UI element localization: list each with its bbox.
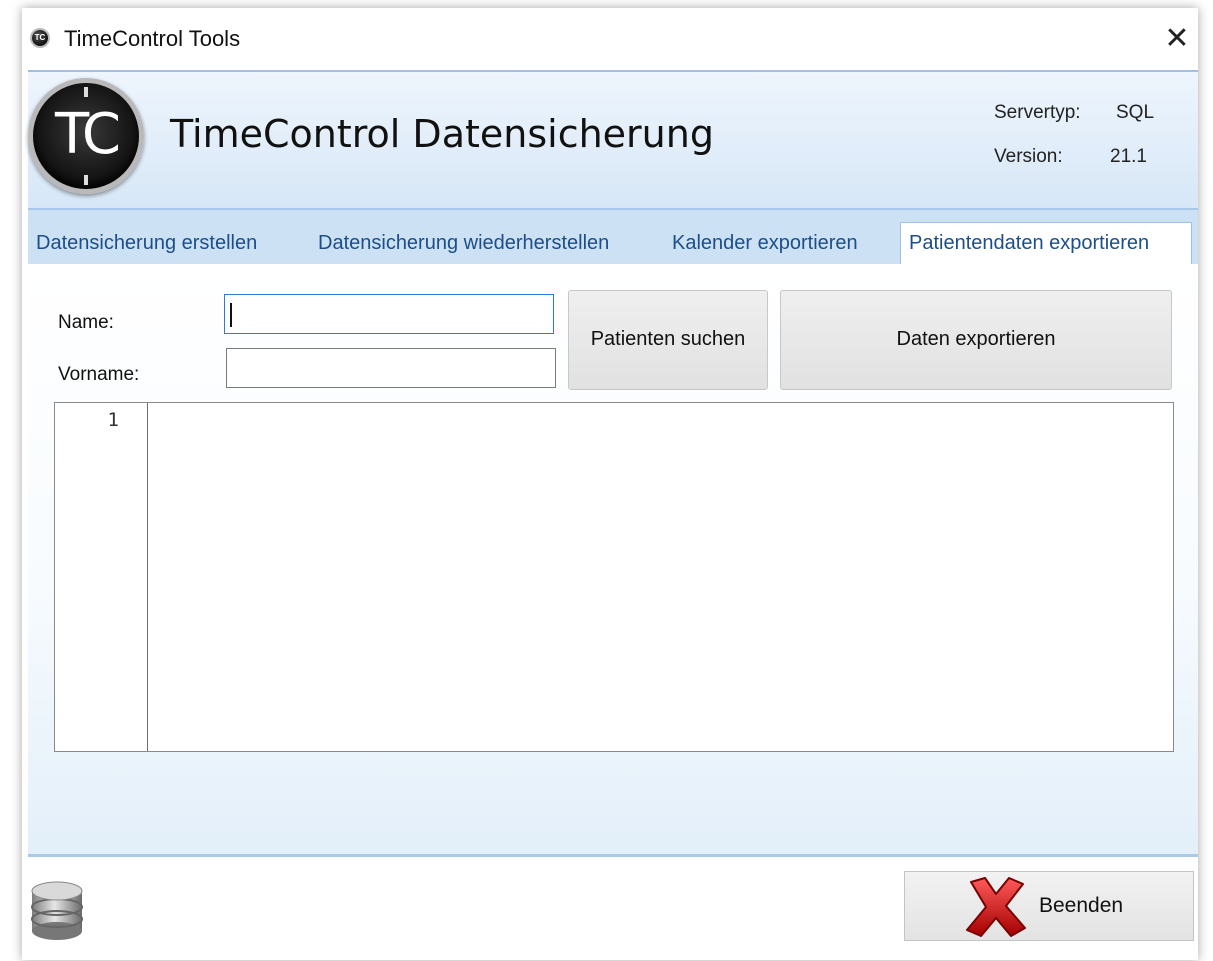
- version-value: 21.1: [1110, 146, 1147, 167]
- line-number-gutter: 1: [55, 403, 148, 751]
- vorname-input[interactable]: [226, 348, 556, 388]
- server-type-label: Servertyp:: [994, 102, 1081, 123]
- logo-text: TC: [54, 102, 121, 167]
- database-icon: [31, 881, 83, 940]
- server-type-row: Servertyp: SQL: [994, 102, 1154, 124]
- tab-datensicherung-erstellen[interactable]: Datensicherung erstellen: [36, 232, 257, 255]
- daten-exportieren-button[interactable]: Daten exportieren: [780, 290, 1172, 390]
- name-input[interactable]: [224, 294, 554, 334]
- line-number: 1: [107, 409, 119, 431]
- title-bar: TC TimeControl Tools ✕: [22, 8, 1198, 70]
- tab-bar: Datensicherung erstellen Datensicherung …: [28, 210, 1198, 266]
- tab-content: Name: Vorname: Patienten suchen Daten ex…: [28, 264, 1198, 854]
- patienten-suchen-button[interactable]: Patienten suchen: [568, 290, 768, 390]
- window-title: TimeControl Tools: [64, 26, 241, 51]
- version-label: Version:: [994, 146, 1063, 167]
- text-caret: [230, 303, 232, 327]
- tab-patientendaten-exportieren[interactable]: Patientendaten exportieren: [900, 222, 1192, 266]
- beenden-button[interactable]: Beenden: [904, 871, 1194, 941]
- tab-kalender-exportieren[interactable]: Kalender exportieren: [672, 232, 858, 255]
- output-editor[interactable]: 1: [54, 402, 1174, 752]
- vorname-label: Vorname:: [58, 364, 140, 385]
- beenden-label: Beenden: [1039, 894, 1124, 917]
- app-icon: TC: [30, 28, 50, 48]
- app-window: TC TimeControl Tools ✕ TC TimeControl Da…: [22, 8, 1198, 960]
- footer-bar: Beenden: [28, 854, 1198, 960]
- name-label: Name:: [58, 312, 114, 333]
- red-x-icon: [966, 877, 1026, 937]
- app-icon-text: TC: [34, 33, 46, 42]
- logo-icon: TC: [28, 78, 144, 194]
- version-row: Version: 21.1: [994, 146, 1147, 168]
- server-type-value: SQL: [1116, 102, 1155, 123]
- close-icon[interactable]: ✕: [1160, 22, 1194, 56]
- header-banner: TC TimeControl Datensicherung Servertyp:…: [28, 70, 1198, 210]
- tab-datensicherung-wiederherstellen[interactable]: Datensicherung wiederherstellen: [318, 232, 609, 255]
- page-title: TimeControl Datensicherung: [170, 112, 714, 156]
